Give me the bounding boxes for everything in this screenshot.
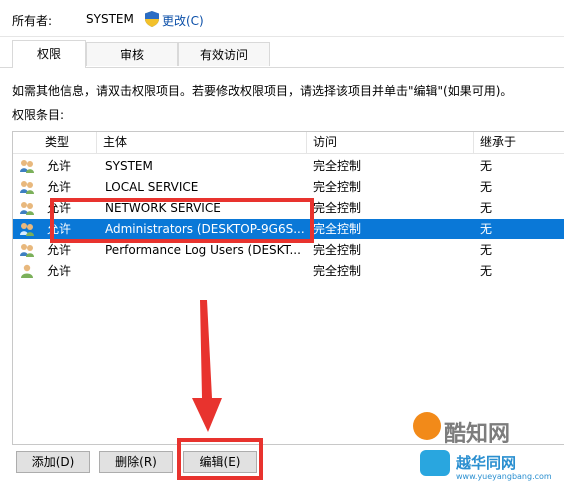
owner-value: SYSTEM xyxy=(86,12,134,26)
entry-principal: Performance Log Users (DESKT... xyxy=(105,243,301,257)
user-group-icon xyxy=(19,200,35,216)
header-divider xyxy=(0,36,564,37)
entry-access: 完全控制 xyxy=(313,243,362,257)
watermark-logo-icon xyxy=(413,412,441,440)
entry-access: 完全控制 xyxy=(313,159,362,173)
permission-entry-row[interactable]: 允许 SYSTEM 完全控制 无 xyxy=(13,156,564,176)
highlight-box-selected-entry xyxy=(50,198,314,243)
entry-inherited: 无 xyxy=(480,180,493,194)
permission-entry-row[interactable]: 允许 完全控制 无 xyxy=(13,261,564,281)
user-icon xyxy=(19,263,35,279)
entry-type: 允许 xyxy=(47,243,72,257)
permission-entries-label: 权限条目: xyxy=(12,108,65,122)
entry-inherited: 无 xyxy=(480,222,493,236)
entry-principal: SYSTEM xyxy=(105,159,153,173)
column-header-principal[interactable]: 主体 xyxy=(97,132,307,154)
permission-entries-list[interactable]: 类型 主体 访问 继承于 允许 SYSTEM 完全控制无允许 LOCAL SERVIC… xyxy=(12,131,564,445)
add-button[interactable]: 添加(D) xyxy=(16,451,90,473)
entry-type: 允许 xyxy=(47,159,72,173)
highlight-box-edit-button xyxy=(177,438,263,480)
column-header-access[interactable]: 访问 xyxy=(307,132,474,154)
watermark-brand-text: 酷知网 xyxy=(444,422,511,447)
remove-button[interactable]: 删除(R) xyxy=(99,451,173,473)
user-group-icon xyxy=(19,242,35,258)
tab-auditing[interactable]: 审核 xyxy=(86,42,178,66)
watermark-brand-2-text: 越华同网 xyxy=(456,454,517,472)
entry-access: 完全控制 xyxy=(313,201,362,215)
change-owner-link[interactable]: 更改(C) xyxy=(162,12,204,29)
entry-inherited: 无 xyxy=(480,243,493,257)
entry-inherited: 无 xyxy=(480,264,493,278)
column-header-type[interactable]: 类型 xyxy=(13,132,97,154)
entry-access: 完全控制 xyxy=(313,222,362,236)
column-header-inherited[interactable]: 继承于 xyxy=(474,132,564,154)
user-group-icon xyxy=(19,158,35,174)
owner-label: 所有者: xyxy=(12,14,53,28)
permission-entry-row[interactable]: 允许 Performance Log Users (DESKT... 完全控制 无 xyxy=(13,240,564,260)
entry-inherited: 无 xyxy=(480,201,493,215)
entry-type: 允许 xyxy=(47,180,72,194)
info-text: 如需其他信息，请双击权限项目。若要修改权限项目，请选择该项目并单击"编辑"(如果… xyxy=(12,84,513,98)
user-group-icon xyxy=(19,179,35,195)
watermark-url: www.yueyangbang.com xyxy=(456,472,552,481)
entry-access: 完全控制 xyxy=(313,180,362,194)
entry-type: 允许 xyxy=(47,264,72,278)
watermark-logo-2-icon xyxy=(420,450,450,476)
entry-principal: LOCAL SERVICE xyxy=(105,180,199,194)
uac-shield-icon xyxy=(145,11,159,27)
tab-effective-access[interactable]: 有效访问 xyxy=(178,42,270,66)
entry-inherited: 无 xyxy=(480,159,493,173)
entry-access: 完全控制 xyxy=(313,264,362,278)
user-group-icon xyxy=(19,221,35,237)
pointer-arrow-icon xyxy=(192,300,222,432)
permission-entry-row[interactable]: 允许 LOCAL SERVICE 完全控制 无 xyxy=(13,177,564,197)
tab-permissions[interactable]: 权限 xyxy=(12,40,86,68)
